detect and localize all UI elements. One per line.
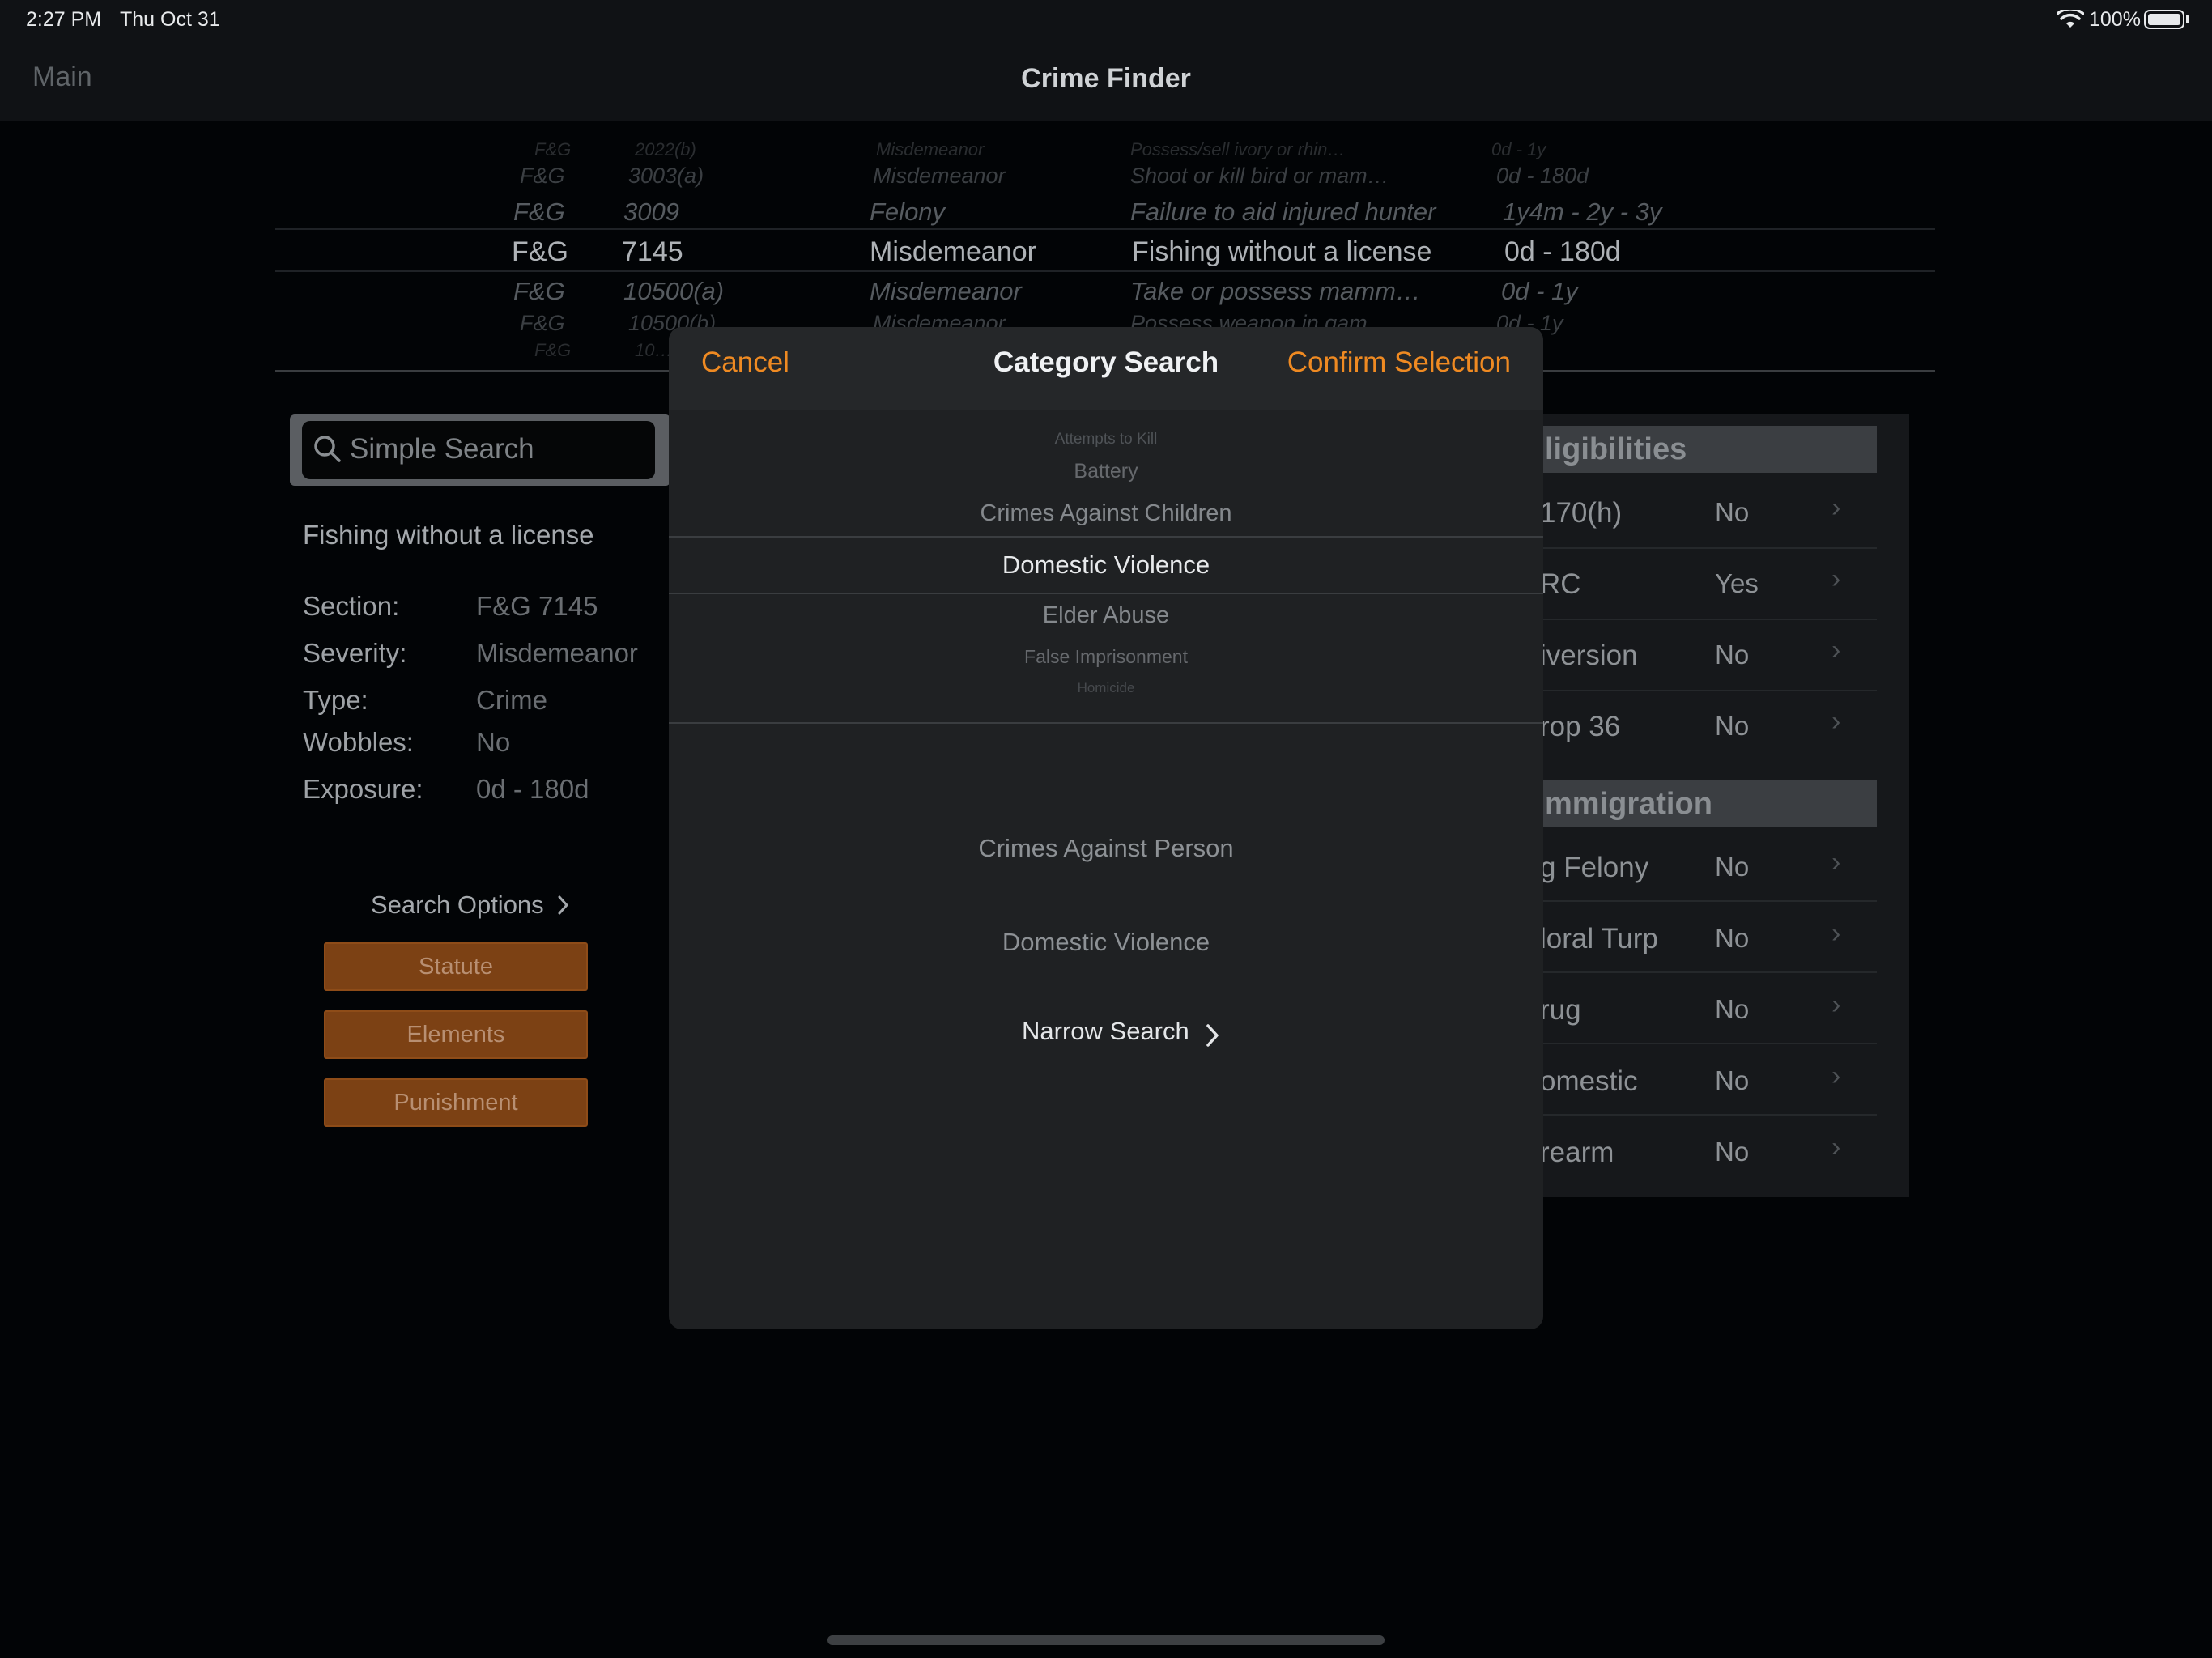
selected-category: Crimes Against Person xyxy=(978,834,1234,862)
row-divider xyxy=(1538,690,1877,691)
picker-divider xyxy=(669,722,1543,724)
row-divider xyxy=(1538,1114,1877,1116)
home-indicator xyxy=(827,1635,1385,1645)
chevron-right-icon: › xyxy=(1831,492,1841,523)
row-divider xyxy=(1538,547,1877,549)
immigration-header: mmigration xyxy=(1538,780,1877,827)
status-time: 2:27 PM xyxy=(26,8,102,31)
battery-tip xyxy=(2186,15,2189,23)
battery-icon xyxy=(2144,10,2184,29)
category-option[interactable]: Battery xyxy=(669,460,1543,483)
type-value: Crime xyxy=(476,685,547,715)
row-divider xyxy=(1538,1043,1877,1044)
elements-button[interactable]: Elements xyxy=(324,1010,588,1059)
search-icon xyxy=(314,436,341,462)
search-input[interactable] xyxy=(350,431,641,468)
selected-subcategory: Domestic Violence xyxy=(1002,928,1210,956)
punishment-button[interactable]: Punishment xyxy=(324,1078,588,1127)
wobbles-label: Wobbles: xyxy=(303,727,414,757)
eligibilities-header: ligibilities xyxy=(1538,426,1877,473)
severity-label: Severity: xyxy=(303,638,407,668)
chevron-right-icon xyxy=(1206,1024,1219,1047)
row-divider xyxy=(1538,900,1877,902)
status-date: Thu Oct 31 xyxy=(120,8,220,31)
chevron-right-icon xyxy=(558,895,568,915)
picker-selection-bottom-line xyxy=(669,593,1543,594)
narrow-search-label: Narrow Search xyxy=(1022,1017,1189,1045)
picker-selection-top-line xyxy=(275,228,1935,230)
narrow-search-button[interactable]: Narrow Search xyxy=(1022,1017,1189,1057)
row-divider xyxy=(1538,971,1877,973)
chevron-right-icon: › xyxy=(1831,918,1841,949)
section-label: Section: xyxy=(303,591,400,621)
category-option[interactable]: Homicide xyxy=(669,680,1543,696)
section-value: F&G 7145 xyxy=(476,591,598,621)
chevron-right-icon: › xyxy=(1831,989,1841,1020)
exposure-label: Exposure: xyxy=(303,774,423,804)
wobbles-value: No xyxy=(476,727,511,757)
category-option[interactable]: Elder Abuse xyxy=(669,602,1543,629)
statute-button[interactable]: Statute xyxy=(324,942,588,991)
chevron-right-icon: › xyxy=(1831,1132,1841,1163)
exposure-value: 0d - 180d xyxy=(476,774,589,804)
chevron-right-icon: › xyxy=(1831,1061,1841,1091)
row-divider xyxy=(1538,619,1877,620)
page-title: Crime Finder xyxy=(1021,63,1191,94)
category-search-modal: Cancel Category Search Confirm Selection… xyxy=(669,327,1543,1329)
chevron-right-icon: › xyxy=(1831,706,1841,737)
chevron-right-icon: › xyxy=(1831,563,1841,594)
wifi-icon xyxy=(2057,10,2084,28)
search-options-button[interactable]: Search Options xyxy=(371,891,570,920)
confirm-selection-button[interactable]: Confirm Selection xyxy=(1287,346,1511,379)
chevron-right-icon: › xyxy=(1831,847,1841,878)
category-option[interactable]: Attempts to Kill xyxy=(669,431,1543,449)
type-label: Type: xyxy=(303,685,368,715)
crime-name: Fishing without a license xyxy=(303,520,594,550)
category-option[interactable]: Crimes Against Children xyxy=(669,500,1543,527)
status-bar xyxy=(0,0,2212,40)
picker-selection-top-line xyxy=(669,536,1543,538)
battery-percent: 100% xyxy=(2089,8,2141,31)
search-options-label: Search Options xyxy=(371,891,544,919)
picker-selection-bottom-line xyxy=(275,270,1935,272)
severity-value: Misdemeanor xyxy=(476,638,638,668)
category-option[interactable]: False Imprisonment xyxy=(669,646,1543,668)
chevron-right-icon: › xyxy=(1831,635,1841,665)
category-option-selected[interactable]: Domestic Violence xyxy=(669,551,1543,580)
